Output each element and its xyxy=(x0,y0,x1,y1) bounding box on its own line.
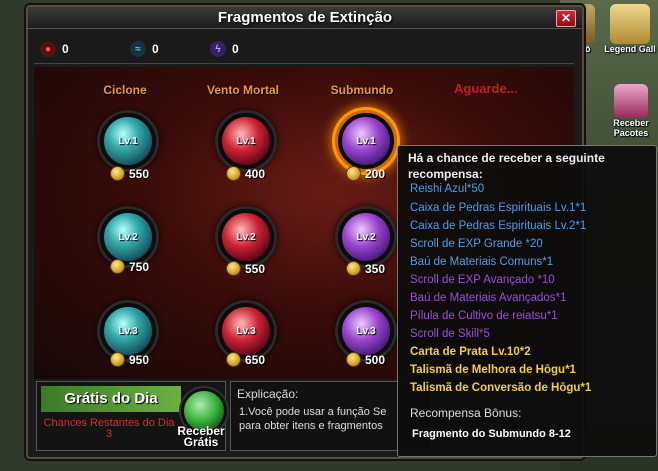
reward-item: Scroll de EXP Avançado *10 xyxy=(410,274,555,286)
reward-item: Baú de Materiais Avançados*1 xyxy=(410,292,567,304)
reward-item: Talismã de Conversão de Hōgu*1 xyxy=(410,382,592,394)
window-title: Fragmentos de Extinção xyxy=(217,9,393,26)
reward-item: Baú de Materiais Comuns*1 xyxy=(410,256,554,268)
daily-free-panel: Grátis do Dia Chances Restantes do Dia 3… xyxy=(36,381,229,451)
coin-icon xyxy=(226,166,241,181)
orb-level-label: Lv.1 xyxy=(356,135,376,147)
scroll-icon xyxy=(610,4,650,44)
orb-ciclone-lv1[interactable]: Lv.1 xyxy=(100,113,156,169)
resource-flame-value: 0 xyxy=(62,42,69,56)
bonus-reward-item: Fragmento do Submundo 8-12 xyxy=(412,428,571,440)
coin-icon xyxy=(226,261,241,276)
orb-level-label: Lv.2 xyxy=(236,231,256,243)
orb-vento-mortal-lv1[interactable]: Lv.1 xyxy=(218,113,274,169)
lightning-icon: ϟ xyxy=(210,41,226,57)
reward-item: Caixa de Pedras Espirituais Lv.2*1 xyxy=(410,220,587,232)
legend-gallery-button[interactable]: Legend Gall xyxy=(602,4,658,54)
orb-ciclone-lv2[interactable]: Lv.2 xyxy=(100,209,156,265)
column-title-vento-mortal: Vento Mortal xyxy=(206,83,279,97)
column-title-ciclone: Ciclone xyxy=(103,83,147,97)
waiting-label: Aguarde... xyxy=(454,81,518,96)
receive-free-label[interactable]: Receber Grátis xyxy=(173,425,229,448)
price-ciclone-lv2: 750 xyxy=(110,259,149,274)
resource-wind: ≈ 0 xyxy=(130,41,159,57)
reward-item: Scroll de EXP Grande *20 xyxy=(410,238,543,250)
receive-packs-button[interactable]: Receber Pacotes xyxy=(605,84,657,138)
resource-wind-value: 0 xyxy=(152,42,159,56)
reward-item: Pílula de Cultivo de reiatsu*1 xyxy=(410,310,558,322)
price-value: 350 xyxy=(365,261,386,276)
price-value: 950 xyxy=(129,352,150,367)
price-submundo-lv2: 350 xyxy=(346,261,385,276)
orb-submundo-lv2[interactable]: Lv.2 xyxy=(338,209,394,265)
orb-submundo-lv1[interactable]: Lv.1 xyxy=(338,113,394,169)
resource-lightning-value: 0 xyxy=(232,42,239,56)
orb-level-label: Lv.3 xyxy=(236,325,256,337)
reward-item: Carta de Prata Lv.10*2 xyxy=(410,346,531,358)
receive-packs-label: Receber Pacotes xyxy=(613,118,649,138)
price-value: 550 xyxy=(245,261,266,276)
price-vento-mortal-lv3: 650 xyxy=(226,352,265,367)
orb-ciclone-lv3[interactable]: Lv.3 xyxy=(100,303,156,359)
orb-submundo-lv3[interactable]: Lv.3 xyxy=(338,303,394,359)
coin-icon xyxy=(110,166,125,181)
orb-level-label: Lv.2 xyxy=(356,231,376,243)
price-value: 750 xyxy=(129,259,150,274)
bonus-reward-header: Recompensa Bônus: xyxy=(410,406,522,420)
price-ciclone-lv3: 950 xyxy=(110,352,149,367)
tooltip-header: Há a chance de receber a seguinte recomp… xyxy=(408,151,605,181)
price-value: 400 xyxy=(245,166,266,181)
reward-tooltip: Há a chance de receber a seguinte recomp… xyxy=(397,145,657,457)
price-submundo-lv1: 200 xyxy=(346,166,385,181)
coin-icon xyxy=(346,166,361,181)
price-submundo-lv3: 500 xyxy=(346,352,385,367)
legend-gallery-label: Legend Gall xyxy=(604,44,656,54)
orb-level-label: Lv.3 xyxy=(356,325,376,337)
price-value: 550 xyxy=(129,166,150,181)
price-value: 650 xyxy=(245,352,266,367)
gift-box-icon xyxy=(614,84,648,118)
coin-icon xyxy=(346,352,361,367)
explanation-title: Explicação: xyxy=(237,387,299,401)
column-title-submundo: Submundo xyxy=(330,83,394,97)
price-value: 500 xyxy=(365,352,386,367)
coin-icon xyxy=(110,352,125,367)
daily-chances-remaining: Chances Restantes do Dia 3 xyxy=(43,417,175,440)
price-vento-mortal-lv2: 550 xyxy=(226,261,265,276)
price-value: 200 xyxy=(365,166,386,181)
orb-level-label: Lv.2 xyxy=(118,231,138,243)
price-vento-mortal-lv1: 400 xyxy=(226,166,265,181)
orb-level-label: Lv.1 xyxy=(236,135,256,147)
price-ciclone-lv1: 550 xyxy=(110,166,149,181)
close-button[interactable]: ✕ xyxy=(556,10,576,27)
window-titlebar[interactable]: Fragmentos de Extinção ✕ xyxy=(28,7,582,29)
coin-icon xyxy=(226,352,241,367)
daily-free-title: Grátis do Dia xyxy=(41,386,181,412)
resource-bar: ● 0 ≈ 0 ϟ 0 xyxy=(34,37,574,64)
resource-lightning: ϟ 0 xyxy=(210,41,239,57)
resource-flame: ● 0 xyxy=(40,41,69,57)
flame-icon: ● xyxy=(40,41,56,57)
wind-icon: ≈ xyxy=(130,41,146,57)
coin-icon xyxy=(346,261,361,276)
reward-item: Scroll de Skill*5 xyxy=(410,328,490,340)
reward-item: Talismã de Melhora de Hōgu*1 xyxy=(410,364,576,376)
reward-item: Reishi Azul*50 xyxy=(410,183,485,195)
coin-icon xyxy=(110,259,125,274)
reward-item: Caixa de Pedras Espirituais Lv.1*1 xyxy=(410,202,587,214)
orb-vento-mortal-lv2[interactable]: Lv.2 xyxy=(218,209,274,265)
orb-level-label: Lv.1 xyxy=(118,135,138,147)
orb-level-label: Lv.3 xyxy=(118,325,138,337)
orb-vento-mortal-lv3[interactable]: Lv.3 xyxy=(218,303,274,359)
